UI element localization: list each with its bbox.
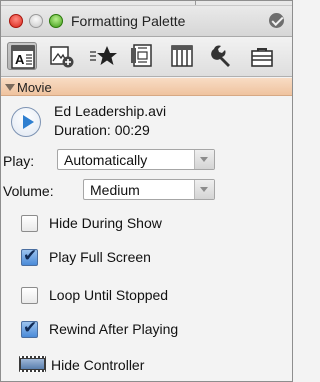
play-select[interactable]: Automatically	[57, 149, 215, 170]
loop-until-stopped-option[interactable]: Loop Until Stopped	[1, 285, 292, 307]
close-button[interactable]	[9, 14, 23, 28]
svg-text:A: A	[15, 52, 25, 67]
formatting-palette-window: Formatting Palette A Movie Ed Leadership…	[0, 0, 293, 382]
movie-info: Ed Leadership.avi Duration: 00:29	[1, 97, 292, 149]
top-edge	[1, 1, 292, 6]
hide-during-show-option[interactable]: Hide During Show	[1, 213, 292, 235]
play-full-screen-label: Play Full Screen	[49, 249, 151, 265]
document-icon[interactable]	[127, 42, 157, 70]
movie-file-name: Ed Leadership.avi	[54, 103, 167, 119]
rewind-after-playing-option[interactable]: ✔ Rewind After Playing	[1, 318, 292, 341]
window-title: Formatting Palette	[71, 13, 186, 29]
chevron-down-icon[interactable]	[194, 180, 214, 199]
chevron-down-icon[interactable]	[194, 150, 214, 169]
columns-icon[interactable]	[167, 42, 197, 70]
text-format-icon[interactable]: A	[7, 42, 37, 70]
rewind-after-playing-checkbox[interactable]: ✔	[21, 318, 38, 338]
checkmark-icon: ✔	[23, 246, 38, 266]
play-full-screen-option[interactable]: ✔ Play Full Screen	[1, 246, 292, 269]
hide-controller-label: Hide Controller	[51, 357, 145, 373]
play-movie-button[interactable]	[11, 107, 41, 137]
loop-until-stopped-label: Loop Until Stopped	[49, 287, 169, 303]
volume-select[interactable]: Medium	[83, 179, 215, 200]
add-object-icon[interactable]	[47, 42, 77, 70]
filmstrip-icon[interactable]	[19, 356, 46, 372]
loop-until-stopped-checkbox[interactable]	[21, 287, 38, 304]
zoom-button[interactable]	[49, 14, 63, 28]
palette-toolbar: A	[1, 37, 292, 77]
hide-controller-option[interactable]: Hide Controller	[1, 354, 292, 376]
styles-star-icon[interactable]	[87, 42, 117, 70]
palette-options-button[interactable]	[269, 13, 284, 28]
minimize-button[interactable]	[29, 14, 43, 28]
volume-label: Volume:	[3, 183, 54, 199]
section-label: Movie	[17, 80, 52, 95]
hide-during-show-label: Hide During Show	[49, 215, 162, 231]
disclosure-triangle-icon[interactable]	[5, 84, 15, 91]
movie-duration: Duration: 00:29	[54, 122, 150, 138]
wrench-icon[interactable]	[207, 42, 237, 70]
hide-during-show-checkbox[interactable]	[21, 215, 38, 232]
movie-section-header[interactable]: Movie	[1, 78, 292, 96]
play-select-value: Automatically	[64, 152, 148, 168]
checkmark-icon: ✔	[23, 318, 38, 338]
play-full-screen-checkbox[interactable]: ✔	[21, 246, 38, 266]
play-label: Play:	[3, 153, 35, 169]
rewind-after-playing-label: Rewind After Playing	[49, 321, 179, 337]
volume-select-value: Medium	[90, 182, 140, 198]
title-bar[interactable]: Formatting Palette	[1, 1, 292, 37]
toolbox-icon[interactable]	[247, 42, 277, 70]
